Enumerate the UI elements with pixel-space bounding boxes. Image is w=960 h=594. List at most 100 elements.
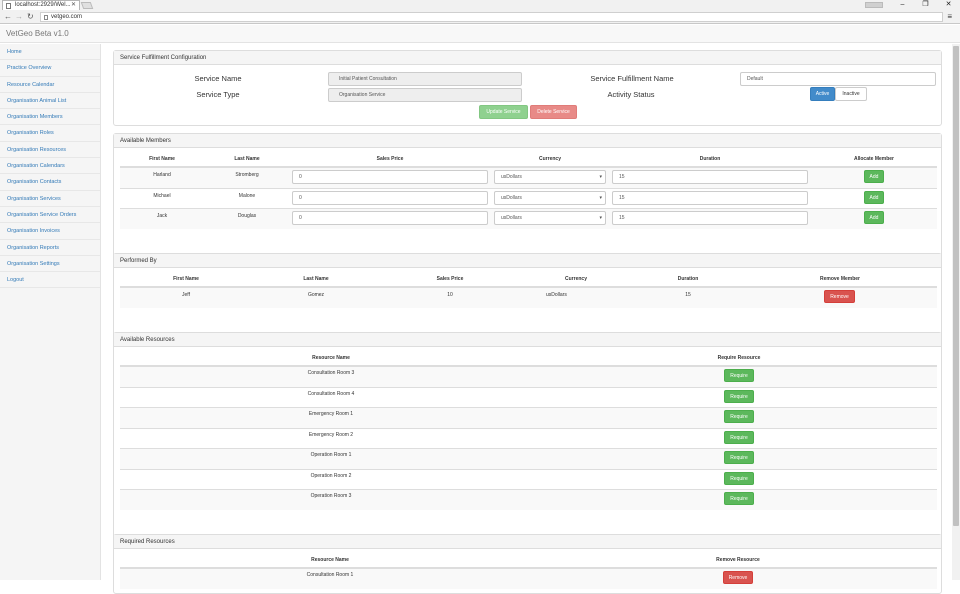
forward-icon[interactable]: → (15, 12, 23, 21)
currency-select[interactable]: usDollars ▾ (494, 190, 606, 205)
resource-name-cell: Emergency Room 2 (308, 431, 354, 438)
sales-price-input[interactable]: 0 (292, 190, 488, 205)
service-type-field[interactable]: Organisation Service (328, 88, 522, 102)
panel-title: Required Resources (114, 535, 941, 549)
sales-price-input[interactable]: 0 (292, 170, 488, 184)
column-header: Duration (677, 276, 699, 282)
first-name-cell: Michael (153, 192, 171, 199)
restore-icon[interactable]: ❐ (914, 0, 937, 10)
service-type-label: Service Type (196, 90, 240, 99)
first-name-cell: Jack (156, 213, 168, 219)
update-service-button[interactable]: Update Service (479, 105, 528, 119)
scrollbar[interactable] (952, 44, 960, 580)
currency-value: usDollars (501, 174, 522, 180)
sales-price-input[interactable]: 0 (292, 211, 488, 225)
sidebar-item-resource-calendar[interactable]: Resource Calendar (0, 77, 100, 93)
config-panel: Service Fulfillment Configuration Servic… (113, 50, 942, 126)
sidebar-item-organisation-resources[interactable]: Organisation Resources (0, 142, 100, 159)
service-name-value: Initial Patient Consultation (339, 76, 397, 82)
sidebar-item-practice-overview[interactable]: Practice Overview (0, 60, 100, 77)
close-window-icon[interactable]: ✕ (937, 0, 960, 10)
page-icon (6, 3, 11, 9)
fulfillment-name-label: Service Fulfillment Name (590, 74, 674, 83)
sidebar-item-organisation-members[interactable]: Organisation Members (0, 109, 100, 126)
require-resource-button[interactable]: Require (724, 430, 754, 444)
require-resource-button[interactable]: Require (724, 389, 754, 403)
column-header: Require Resource (717, 355, 761, 361)
currency-select[interactable]: usDollars ▾ (494, 170, 606, 184)
table-row (120, 568, 937, 589)
remove-member-button[interactable]: Remove (824, 290, 855, 303)
sidebar-item-organisation-invoices[interactable]: Organisation Invoices (0, 223, 100, 240)
add-member-button[interactable]: Add (864, 211, 884, 224)
sidebar-item-organisation-roles[interactable]: Organisation Roles (0, 125, 100, 142)
column-header: Resource Name (312, 355, 350, 361)
fulfillment-name-value: Default (747, 76, 763, 82)
sidebar-item-home[interactable]: Home (0, 44, 100, 61)
column-header: Last Name (303, 276, 329, 282)
sidebar-item-organisation-reports[interactable]: Organisation Reports (0, 240, 100, 256)
browser-chrome: localhost:2929/Wel... ✕ – ❐ ✕ ← → ↻ vetg… (0, 0, 960, 24)
require-resource-button[interactable]: Require (724, 369, 754, 382)
address-bar[interactable]: vetgeo.com (40, 12, 943, 22)
chevron-down-icon: ▾ (599, 194, 602, 201)
currency-value: usDollars (501, 194, 522, 201)
duration-input[interactable]: 15 (612, 170, 808, 184)
resource-name-cell: Operation Room 2 (310, 472, 352, 479)
sales-price-value: 0 (299, 194, 302, 201)
require-resource-button[interactable]: Require (724, 492, 754, 505)
minimize-icon[interactable]: – (891, 0, 914, 10)
activity-status-label: Activity Status (607, 90, 655, 99)
last-name-cell: Douglas (237, 213, 257, 219)
chevron-down-icon: ▾ (599, 215, 602, 221)
sidebar-item-organisation-contacts[interactable]: Organisation Contacts (0, 174, 100, 191)
new-tab-button[interactable] (80, 2, 94, 9)
sidebar-item-organisation-settings[interactable]: Organisation Settings (0, 256, 100, 273)
fulfillment-name-input[interactable]: Default (740, 72, 936, 86)
back-icon[interactable]: ← (4, 12, 12, 21)
sidebar-item-organisation-animal-list[interactable]: Organisation Animal List (0, 93, 100, 110)
currency-cell: usDollars (546, 292, 567, 298)
profile-button[interactable] (865, 2, 883, 8)
require-resource-button[interactable]: Require (724, 471, 754, 485)
sidebar-item-organisation-service-orders[interactable]: Organisation Service Orders (0, 207, 100, 224)
column-header: Sales Price (436, 276, 464, 282)
service-name-field[interactable]: Initial Patient Consultation (328, 72, 522, 86)
delete-service-button[interactable]: Delete Service (530, 105, 577, 119)
require-resource-button[interactable]: Require (724, 451, 754, 464)
remove-resource-button[interactable]: Remove (723, 571, 753, 584)
window-controls: – ❐ ✕ (865, 0, 960, 10)
brand-title[interactable]: VetGeo Beta v1.0 (6, 29, 69, 38)
duration-input[interactable]: 15 (612, 211, 808, 225)
add-member-button[interactable]: Add (864, 190, 884, 204)
last-name-cell: Stromberg (235, 172, 259, 178)
browser-tab[interactable]: localhost:2929/Wel... ✕ (2, 0, 80, 10)
currency-select[interactable]: usDollars ▾ (494, 211, 606, 225)
require-resource-button[interactable]: Require (724, 410, 754, 423)
first-name-cell: Harland (153, 172, 171, 178)
resource-name-cell: Operation Room 1 (310, 452, 352, 458)
active-toggle[interactable]: Active (810, 87, 835, 101)
resource-name-cell: Emergency Room 1 (308, 411, 354, 417)
sidebar-item-organisation-calendars[interactable]: Organisation Calendars (0, 158, 100, 175)
sidebar-item-logout[interactable]: Logout (0, 272, 100, 289)
panel-title: Available Resources (114, 333, 941, 347)
table-row (120, 386, 937, 388)
currency-value: usDollars (501, 215, 522, 221)
scrollbar-thumb[interactable] (953, 46, 959, 526)
add-member-button[interactable]: Add (864, 170, 884, 183)
duration-input[interactable]: 15 (612, 190, 808, 205)
tab-title: localhost:2929/Wel... (15, 2, 71, 8)
url-text: vetgeo.com (51, 14, 83, 20)
sidebar-item-organisation-services[interactable]: Organisation Services (0, 191, 100, 207)
column-header: Last Name (234, 156, 260, 162)
navigation-bar: ← → ↻ vetgeo.com ≡ (0, 11, 960, 23)
last-name-cell: Gomez (307, 292, 325, 298)
column-header: Duration (699, 156, 721, 162)
table-row (120, 448, 937, 469)
last-name-cell: Malone (238, 192, 256, 199)
inactive-toggle[interactable]: Inactive (835, 87, 867, 101)
close-tab-icon[interactable]: ✕ (71, 1, 76, 10)
menu-icon[interactable]: ≡ (947, 12, 952, 21)
reload-icon[interactable]: ↻ (27, 12, 34, 21)
